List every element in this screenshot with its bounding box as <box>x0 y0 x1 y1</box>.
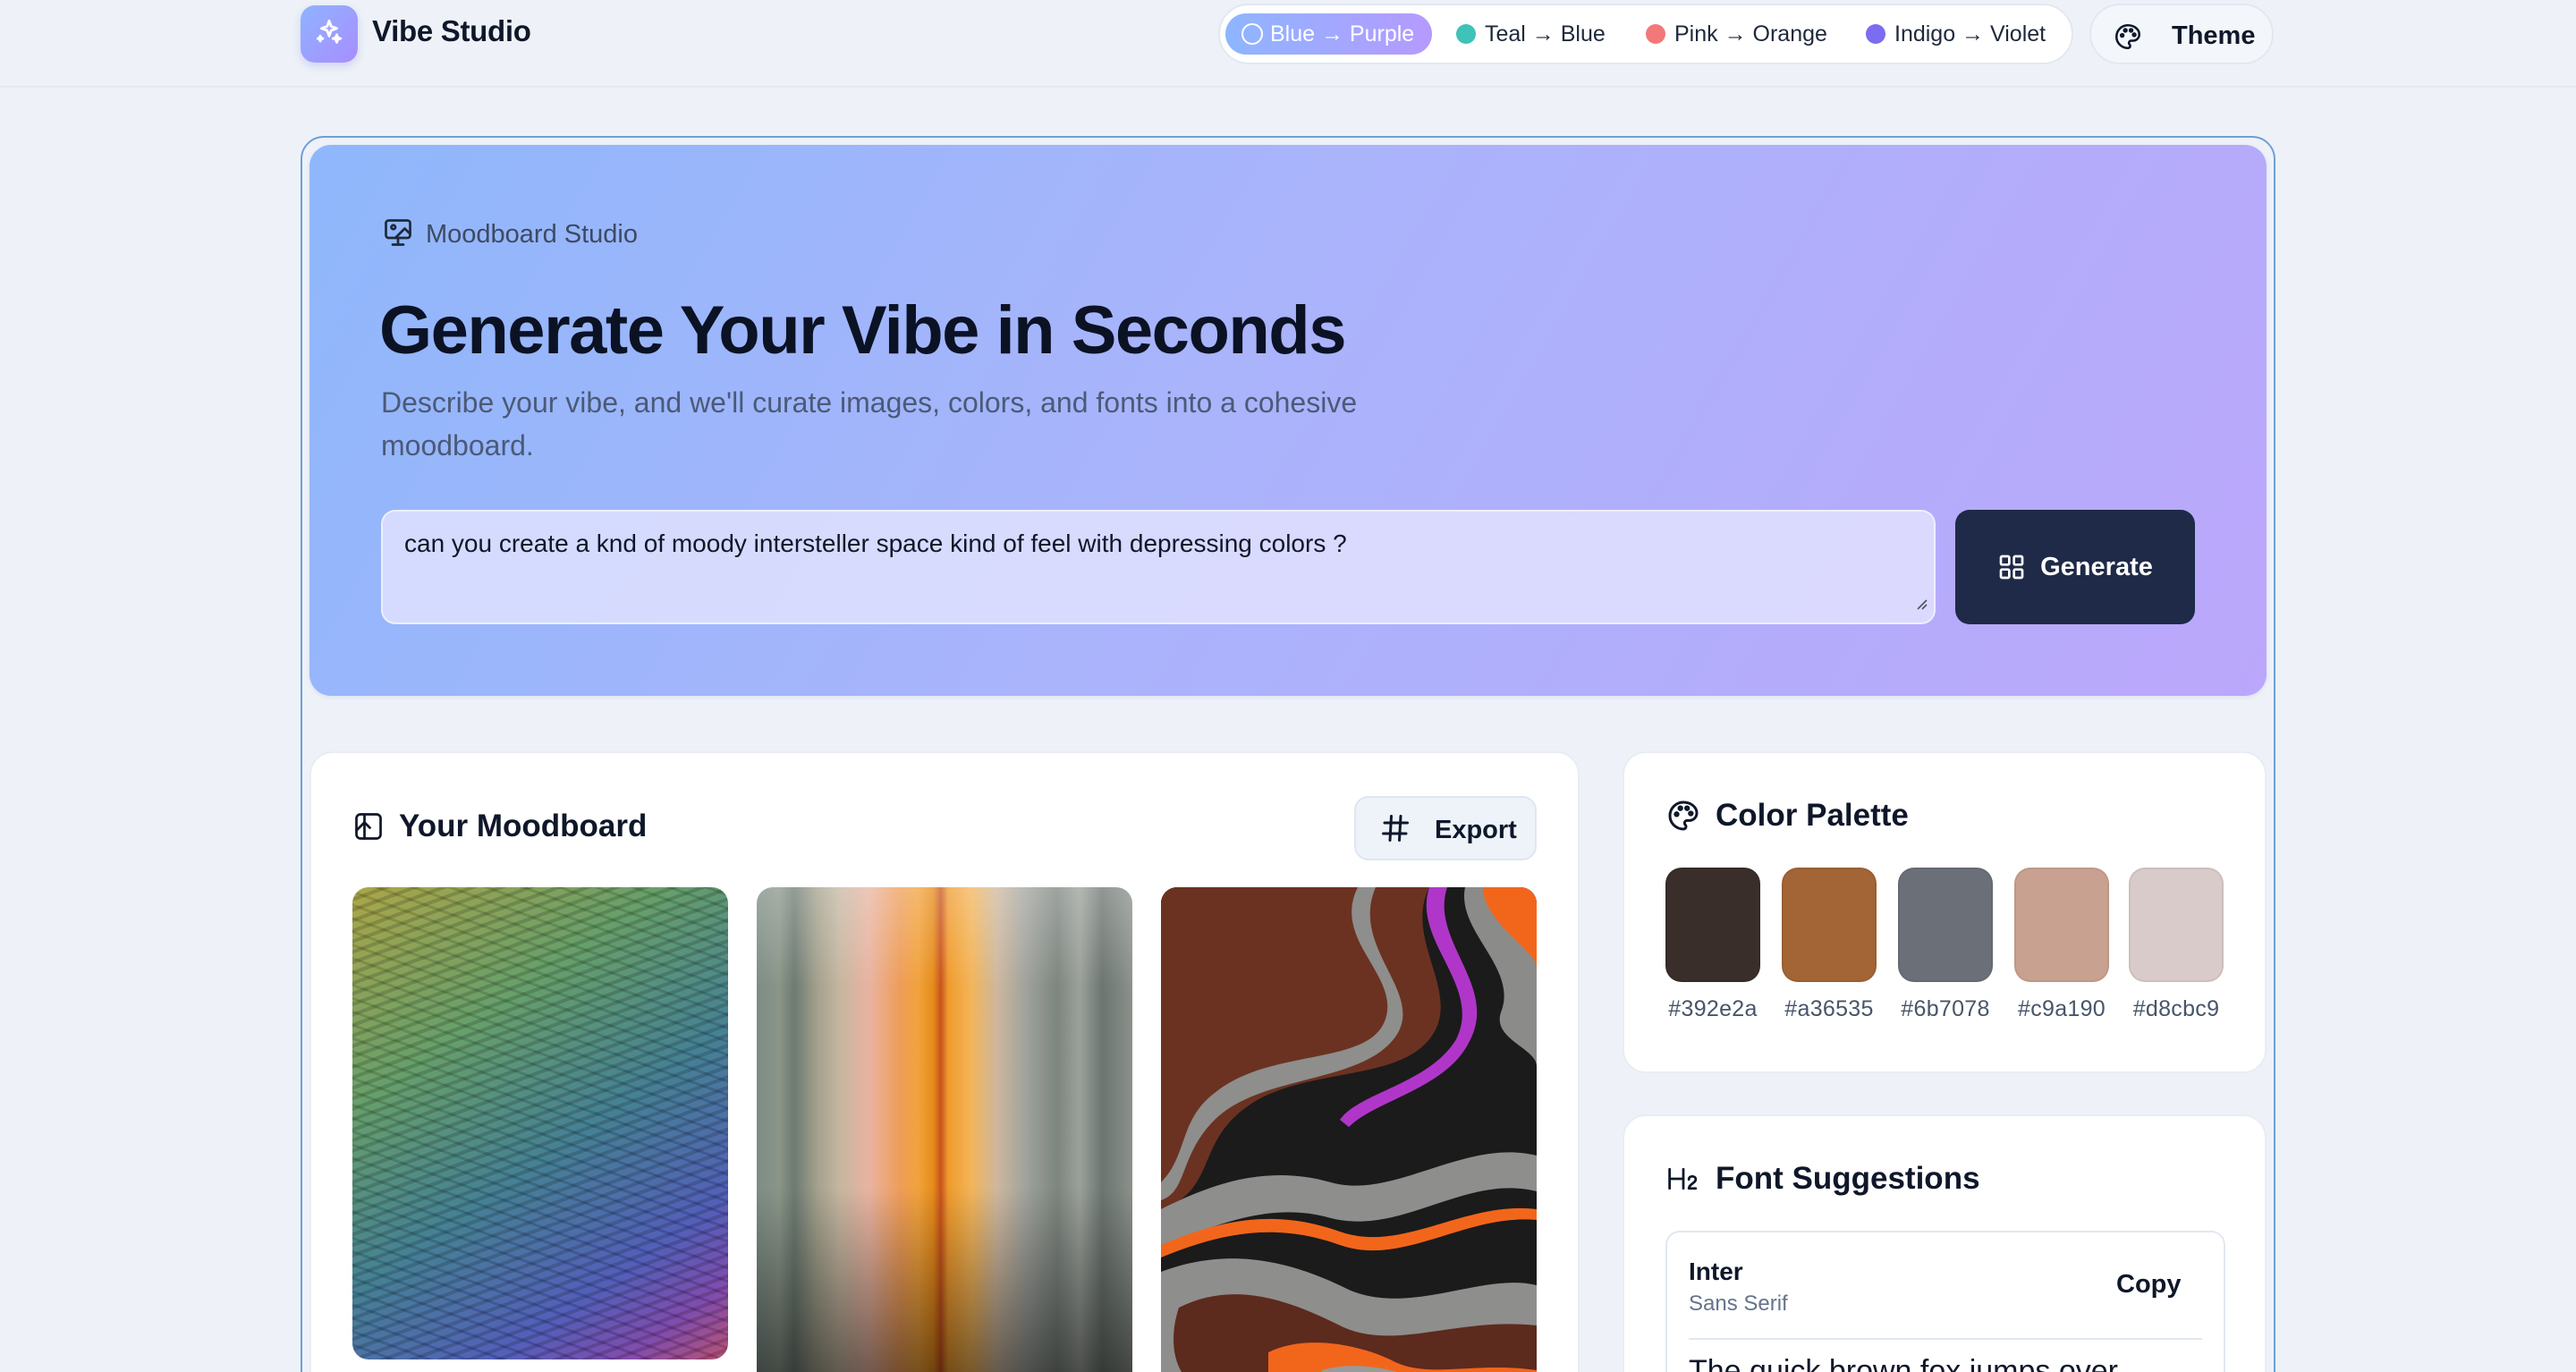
prompt-text: can you create a knd of moody interstell… <box>404 529 1347 557</box>
gradient-option-pink-orange[interactable]: Pink → Orange <box>1646 13 1827 55</box>
gradient-switcher: Blue → Purple Teal → Blue Pink → Orange … <box>1218 4 2073 64</box>
palette-title: Color Palette <box>1716 798 1909 833</box>
gradient-swatch-icon <box>1646 24 1665 44</box>
gradient-option-blue-purple[interactable]: Blue → Purple <box>1225 13 1433 55</box>
app-logo[interactable] <box>301 5 358 63</box>
moodboard-image-3[interactable] <box>1161 887 1537 1372</box>
color-swatch[interactable] <box>2014 868 2109 982</box>
moodboard-image-2[interactable] <box>757 887 1132 1372</box>
generate-button-label: Generate <box>2040 552 2153 581</box>
gradient-swatch-icon <box>1866 24 1885 44</box>
font-suggestions-header: Font Suggestions <box>1665 1161 1980 1197</box>
theme-button[interactable]: Theme <box>2089 4 2274 64</box>
gradient-option-label: Pink → Orange <box>1674 21 1827 47</box>
heading-icon <box>1665 1163 1701 1195</box>
resize-grip-icon[interactable] <box>1912 589 1928 617</box>
gradient-option-label: Indigo → Violet <box>1894 21 2046 47</box>
swatch-hex-label: #392e2a <box>1668 996 1758 1021</box>
hero-eyebrow: Moodboard Studio <box>381 218 638 250</box>
font-suggestions-title: Font Suggestions <box>1716 1161 1980 1196</box>
palette-icon <box>2113 21 2143 56</box>
swatch-hex-label: #c9a190 <box>2017 996 2106 1021</box>
moodboard-layout-icon <box>352 810 385 843</box>
theme-button-label: Theme <box>2172 21 2256 50</box>
export-button[interactable]: Export <box>1354 796 1537 860</box>
color-swatch[interactable] <box>1665 868 1760 982</box>
hero-title: Generate Your Vibe in Seconds <box>379 292 1347 368</box>
top-nav: Vibe Studio Blue → Purple Teal → Blue Pi… <box>0 0 2576 88</box>
app-title: Vibe Studio <box>372 14 531 47</box>
copy-font-button[interactable]: Copy <box>2116 1270 2182 1300</box>
hero-eyebrow-label: Moodboard Studio <box>426 219 638 249</box>
swatch-hex-label: #d8cbc9 <box>2132 996 2220 1021</box>
font-sample-text: The quick brown fox jumps over <box>1689 1354 2118 1372</box>
gradient-option-label: Teal → Blue <box>1485 21 1606 47</box>
gradient-option-teal-blue[interactable]: Teal → Blue <box>1456 13 1606 55</box>
swatch-hex-label: #a36535 <box>1784 996 1874 1021</box>
presentation-image-icon <box>381 216 415 253</box>
font-category: Sans Serif <box>1689 1292 1788 1316</box>
sparkles-icon <box>314 17 344 52</box>
swatch-hex-label: #6b7078 <box>1901 996 1990 1021</box>
font-item-divider <box>1689 1338 2202 1340</box>
gradient-swatch-icon <box>1241 23 1263 45</box>
color-swatch[interactable] <box>1898 868 1993 982</box>
hero-subtitle: Describe your vibe, and we'll curate ima… <box>381 386 1358 462</box>
generate-button[interactable]: Generate <box>1955 510 2195 624</box>
gradient-swatch-icon <box>1456 24 1476 44</box>
palette-header: Color Palette <box>1665 798 1909 834</box>
grid-icon <box>1997 553 2026 581</box>
font-name: Inter <box>1689 1258 1743 1285</box>
moodboard-header: Your Moodboard <box>352 809 647 844</box>
palette-icon <box>1665 798 1701 834</box>
moodboard-image-1[interactable] <box>352 887 728 1359</box>
color-swatch[interactable] <box>2129 868 2224 982</box>
color-swatch[interactable] <box>1782 868 1877 982</box>
moodboard-title: Your Moodboard <box>399 809 648 843</box>
gradient-option-label: Blue → Purple <box>1270 21 1415 47</box>
gradient-option-indigo-violet[interactable]: Indigo → Violet <box>1866 13 2046 55</box>
vibe-prompt-textarea[interactable]: can you create a knd of moody interstell… <box>381 510 1936 624</box>
hash-icon <box>1379 812 1411 849</box>
export-button-label: Export <box>1435 816 1517 844</box>
